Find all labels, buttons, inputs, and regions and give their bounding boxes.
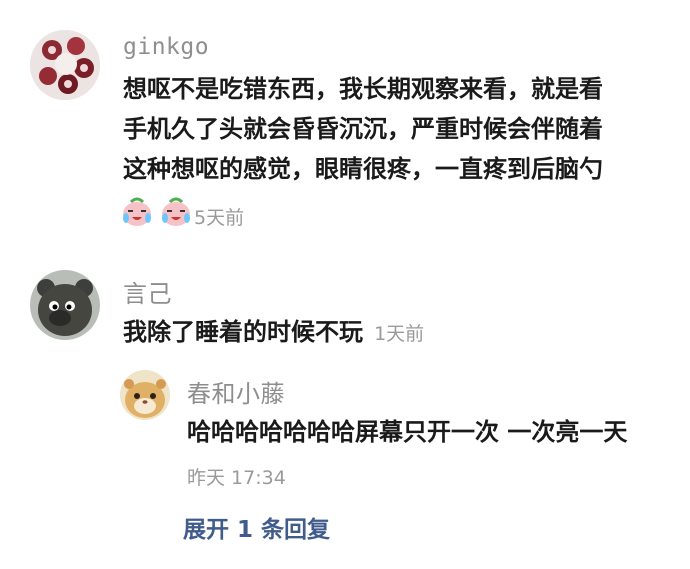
- reply-text: 哈哈哈哈哈哈哈屏幕只开一次 一次亮一天: [187, 418, 628, 446]
- expand-replies-link[interactable]: 展开 1 条回复: [183, 510, 330, 544]
- reply-username[interactable]: 春和小藤: [187, 374, 285, 409]
- emoji-row: [121, 196, 192, 232]
- comment-text: 我除了睡着的时候不玩: [123, 318, 363, 346]
- comment-line: 这种想呕的感觉，眼睛很疼，一直疼到后脑勺: [123, 155, 603, 183]
- crying-laughing-emoji: [160, 196, 192, 232]
- avatar[interactable]: [30, 270, 100, 340]
- avatar[interactable]: [30, 30, 100, 100]
- crying-laughing-emoji: [121, 196, 153, 232]
- avatar[interactable]: [120, 370, 170, 420]
- comment-line: 手机久了头就会昏昏沉沉，严重时候会伴随着: [123, 115, 603, 143]
- hamster-avatar-icon: [120, 370, 170, 420]
- bear-avatar-icon: [30, 270, 100, 340]
- comment-body-row: 我除了睡着的时候不玩 1天前: [123, 312, 424, 347]
- comment-timestamp: 5天前: [194, 207, 245, 229]
- comment-username[interactable]: ginkgo: [123, 34, 209, 60]
- comment-username[interactable]: 言己: [123, 274, 172, 309]
- reply-timestamp: 昨天 17:34: [187, 467, 286, 489]
- comment-line: 想呕不是吃错东西，我长期观察来看，就是看: [123, 75, 603, 103]
- comment-timestamp: 1天前: [374, 323, 425, 345]
- flower-cake-avatar-icon: [30, 30, 100, 100]
